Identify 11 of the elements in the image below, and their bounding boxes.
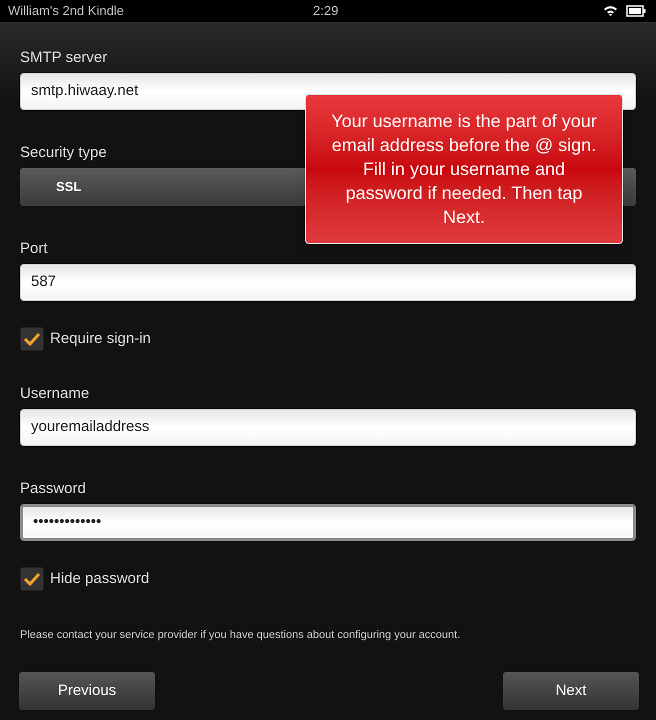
help-text: Please contact your service provider if you have questions about configuring your account. [20,628,460,643]
field-label: Security type [20,144,107,162]
checkbox-label: Require sign-in [50,328,151,349]
field-label: Password [20,480,86,498]
field-label: SMTP server [20,49,108,67]
field-label: Port [20,240,48,258]
clock: 2:29 [313,2,338,20]
device-name: William's 2nd Kindle [8,2,124,20]
hint-tooltip: Your username is the part of your email address before the @ sign. Fill in your username and password if needed. Then tap Next. [305,94,623,244]
checkbox-label: Hide password [50,568,150,589]
field-label: Username [20,385,90,403]
